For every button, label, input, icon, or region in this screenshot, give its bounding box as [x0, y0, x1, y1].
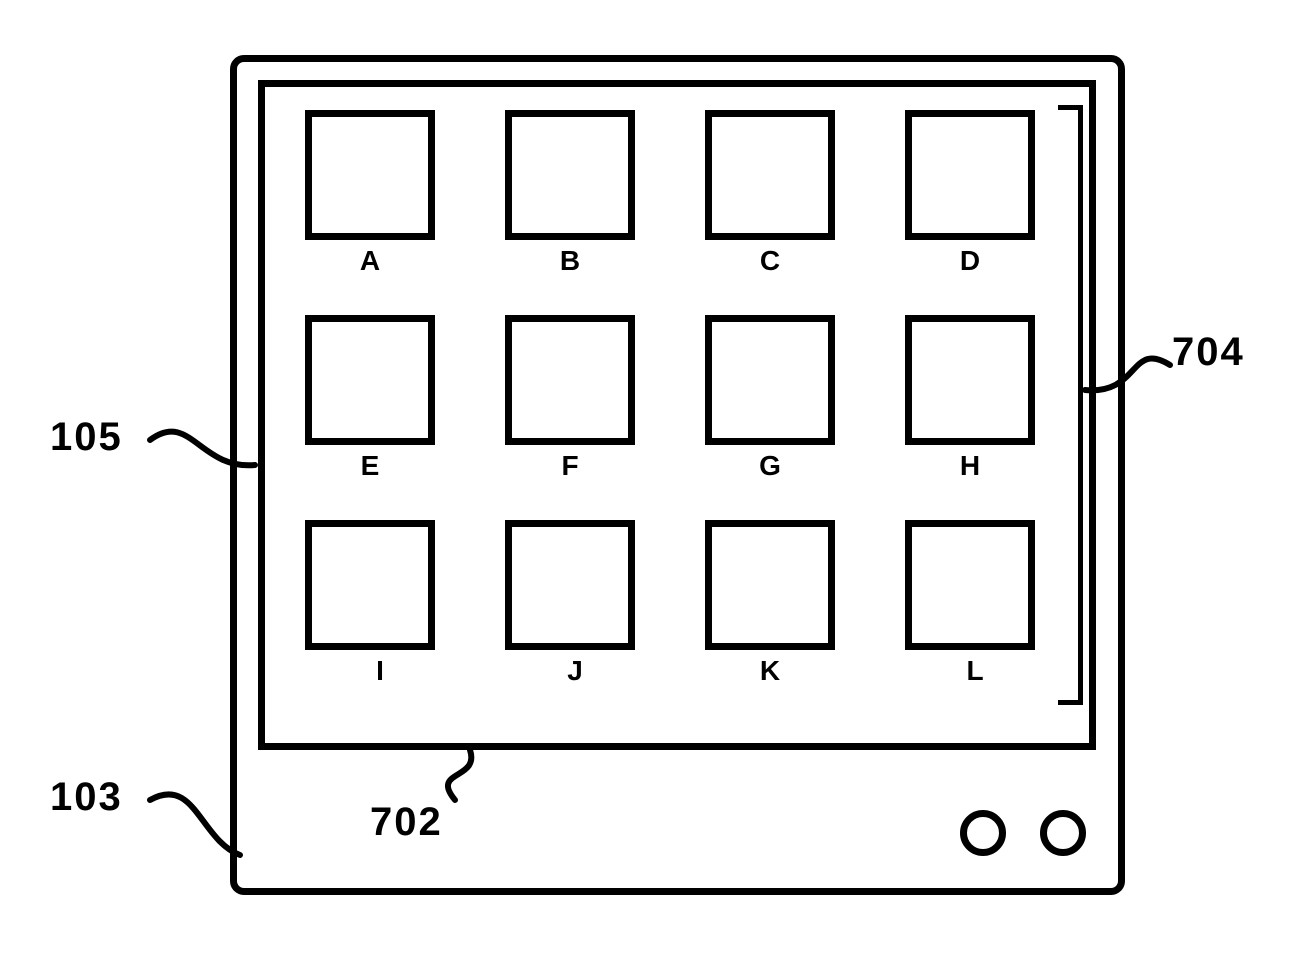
label-l: L [955, 655, 995, 687]
label-g: G [750, 450, 790, 482]
label-d: D [950, 245, 990, 277]
thumbnail-b[interactable] [505, 110, 635, 240]
control-button-2[interactable] [1040, 810, 1086, 856]
thumbnail-j[interactable] [505, 520, 635, 650]
label-j: J [555, 655, 595, 687]
thumbnail-e[interactable] [305, 315, 435, 445]
thumbnail-c[interactable] [705, 110, 835, 240]
thumbnail-a[interactable] [305, 110, 435, 240]
control-button-1[interactable] [960, 810, 1006, 856]
ref-702: 702 [370, 800, 443, 845]
label-b: B [550, 245, 590, 277]
thumbnail-l[interactable] [905, 520, 1035, 650]
label-k: K [750, 655, 790, 687]
thumbnail-d[interactable] [905, 110, 1035, 240]
thumbnail-g[interactable] [705, 315, 835, 445]
thumbnail-f[interactable] [505, 315, 635, 445]
content-bracket [1058, 105, 1083, 705]
label-a: A [350, 245, 390, 277]
ref-103: 103 [50, 775, 123, 820]
thumbnail-k[interactable] [705, 520, 835, 650]
ref-704: 704 [1172, 330, 1245, 375]
label-f: F [550, 450, 590, 482]
label-i: I [360, 655, 400, 687]
label-c: C [750, 245, 790, 277]
label-e: E [350, 450, 390, 482]
ref-105: 105 [50, 415, 123, 460]
thumbnail-h[interactable] [905, 315, 1035, 445]
diagram-canvas: A B C D E F G H I J K L 105 103 702 704 [0, 0, 1310, 960]
label-h: H [950, 450, 990, 482]
thumbnail-i[interactable] [305, 520, 435, 650]
